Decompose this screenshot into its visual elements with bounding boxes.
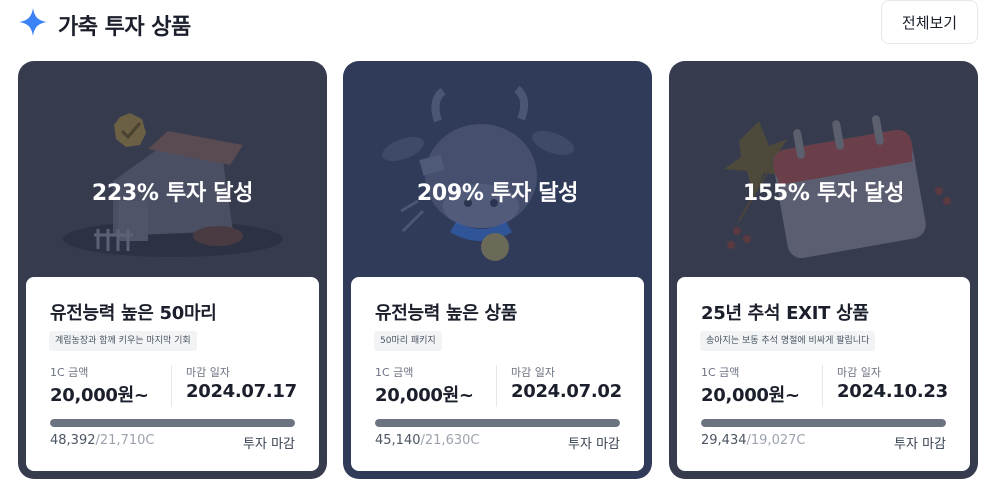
progress-bar <box>375 419 620 427</box>
product-card[interactable]: 209% 투자 달성 유전능력 높은 상품 50마리 패키지 1C 금액 20,… <box>343 61 652 479</box>
progress-fill <box>375 419 620 427</box>
product-card[interactable]: 223% 투자 달성 유전능력 높은 50마리 계립농장과 함께 키우는 마지막… <box>18 61 327 479</box>
product-name: 25년 추석 EXIT 상품 <box>701 303 869 324</box>
goal-count: 19,027C <box>750 433 806 448</box>
card-info-panel: 유전능력 높은 상품 50마리 패키지 1C 금액 20,000원~ 마감 일자… <box>351 277 644 471</box>
progress-bar <box>701 419 946 427</box>
investment-counts: 48,392/21,710C <box>50 433 154 448</box>
price-label: 1C 금액 <box>375 366 414 379</box>
investment-counts: 29,434/19,027C <box>701 433 805 448</box>
deadline-label: 마감 일자 <box>511 366 555 379</box>
price-value: 20,000원~ <box>50 385 149 406</box>
product-name: 유전능력 높은 상품 <box>375 303 518 324</box>
product-name: 유전능력 높은 50마리 <box>50 303 217 324</box>
price-label: 1C 금액 <box>50 366 89 379</box>
section-header: 가축 투자 상품 전체보기 <box>18 0 978 48</box>
sparkle-icon <box>19 8 47 36</box>
house-illustration <box>63 113 283 257</box>
investment-counts: 45,140/21,630C <box>375 433 479 448</box>
divider <box>822 365 823 407</box>
divider <box>171 365 172 407</box>
price-value: 20,000원~ <box>375 385 474 406</box>
sold-count: 29,434 <box>701 433 747 448</box>
achievement-label: 155% 투자 달성 <box>742 181 905 206</box>
sold-count: 45,140 <box>375 433 421 448</box>
progress-bar <box>50 419 295 427</box>
calendar-illustration <box>724 115 951 259</box>
achievement-label: 223% 투자 달성 <box>91 181 254 206</box>
achievement-label: 209% 투자 달성 <box>416 181 579 206</box>
card-info-panel: 유전능력 높은 50마리 계립농장과 함께 키우는 마지막 기회 1C 금액 2… <box>26 277 319 471</box>
cow-illustration <box>382 85 574 261</box>
deadline-value: 2024.10.23 <box>837 381 948 402</box>
status-label: 투자 마감 <box>894 437 946 452</box>
progress-fill <box>50 419 295 427</box>
product-tag: 계립농장과 함께 키우는 마지막 기회 <box>49 331 197 351</box>
deadline-label: 마감 일자 <box>186 366 230 379</box>
price-value: 20,000원~ <box>701 385 800 406</box>
product-tag: 50마리 패키지 <box>374 331 442 351</box>
product-tag: 송아지는 보동 추석 명절에 비싸게 팔립니다 <box>700 331 876 351</box>
divider <box>496 365 497 407</box>
deadline-value: 2024.07.02 <box>511 381 622 402</box>
card-info-panel: 25년 추석 EXIT 상품 송아지는 보동 추석 명절에 비싸게 팔립니다 1… <box>677 277 970 471</box>
goal-count: 21,630C <box>424 433 480 448</box>
goal-count: 21,710C <box>99 433 155 448</box>
progress-fill <box>701 419 946 427</box>
price-label: 1C 금액 <box>701 366 740 379</box>
view-all-button[interactable]: 전체보기 <box>881 0 978 44</box>
status-label: 투자 마감 <box>568 437 620 452</box>
product-card[interactable]: 155% 투자 달성 25년 추석 EXIT 상품 송아지는 보동 추석 명절에… <box>669 61 978 479</box>
deadline-label: 마감 일자 <box>837 366 881 379</box>
sold-count: 48,392 <box>50 433 96 448</box>
status-label: 투자 마감 <box>243 437 295 452</box>
deadline-value: 2024.07.17 <box>186 381 297 402</box>
section-title: 가축 투자 상품 <box>58 15 191 40</box>
